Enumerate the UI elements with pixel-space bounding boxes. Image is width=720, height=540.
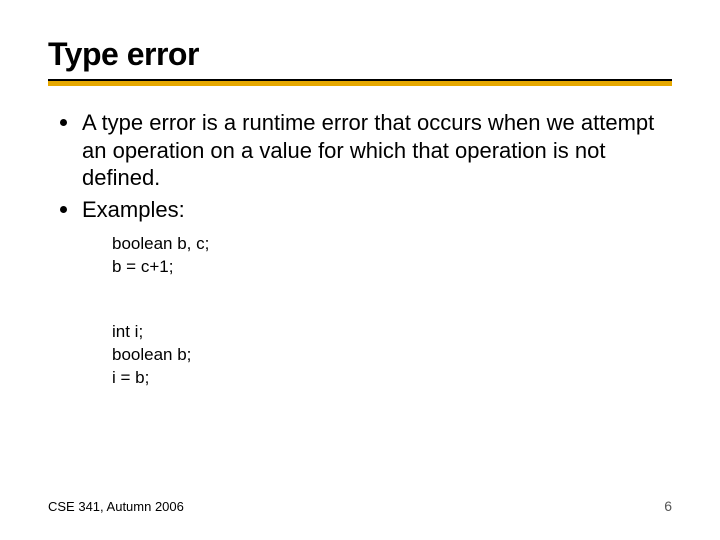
code-line: int i; [112,321,672,344]
code-example-1: boolean b, c; b = c+1; [112,233,672,279]
slide-content: A type error is a runtime error that occ… [48,109,672,390]
code-line: i = b; [112,367,672,390]
bullet-item: A type error is a runtime error that occ… [56,109,672,192]
slide-title: Type error [48,36,672,73]
code-line: b = c+1; [112,256,672,279]
code-example-2: int i; boolean b; i = b; [112,321,672,390]
code-line: boolean b, c; [112,233,672,256]
footer-text: CSE 341, Autumn 2006 [48,499,184,514]
bullet-list: A type error is a runtime error that occ… [48,109,672,223]
code-line: boolean b; [112,344,672,367]
page-number: 6 [664,498,672,514]
bullet-item: Examples: [56,196,672,224]
title-rule [48,79,672,87]
